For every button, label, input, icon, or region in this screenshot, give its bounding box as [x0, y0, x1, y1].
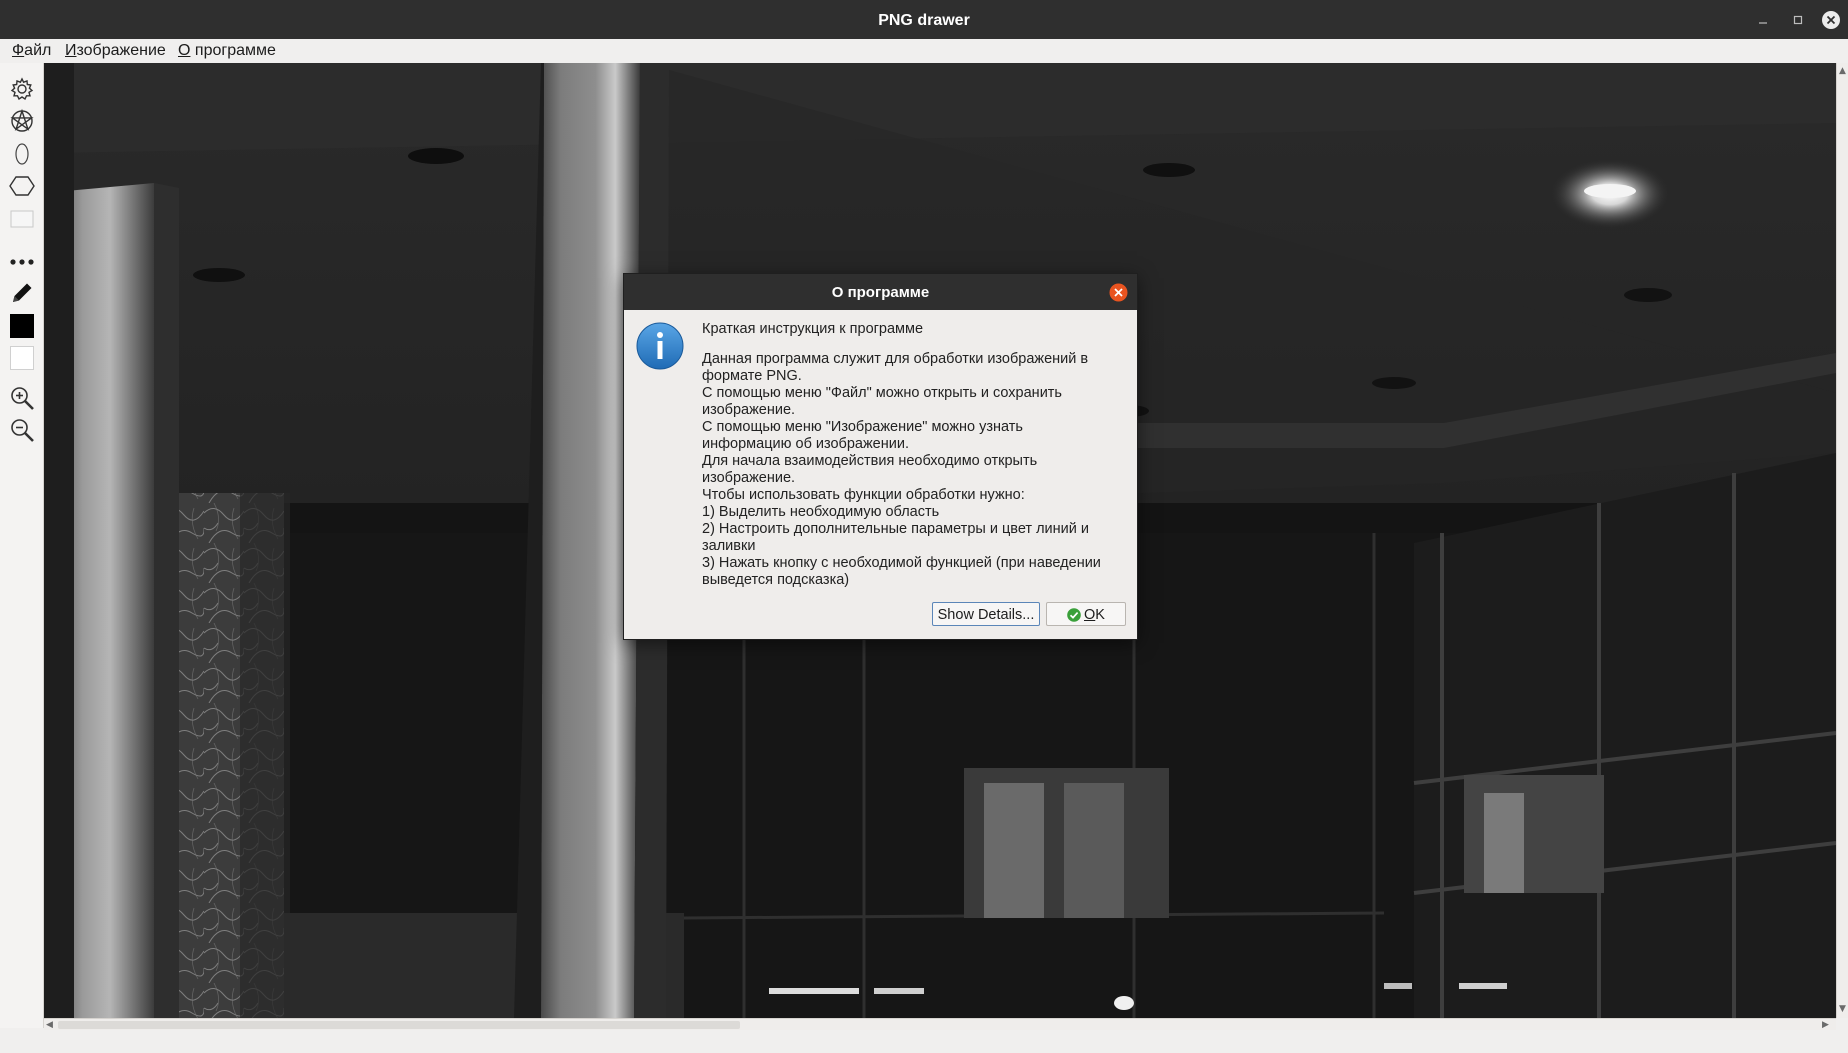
dialog-line: выведется подсказка)	[702, 572, 850, 588]
menu-about[interactable]: О программе	[178, 39, 276, 63]
dialog-message: Данная программа служит для обработки из…	[702, 351, 1132, 589]
menu-bar: Файл Изображение О программе	[0, 39, 1848, 64]
window-title: PNG drawer	[878, 12, 970, 29]
pencil-icon[interactable]	[8, 279, 36, 307]
checkmark-icon	[1067, 608, 1081, 622]
dialog-title: О программе	[831, 284, 930, 301]
menu-image-label: зображение	[76, 42, 166, 59]
zoom-out-icon[interactable]	[8, 416, 36, 444]
dialog-line: формате PNG.	[702, 368, 802, 384]
about-dialog: О программе Краткая инструкция к програм…	[624, 274, 1137, 639]
dialog-line: Данная программа служит для обработки из…	[702, 351, 1089, 367]
dialog-line: С помощью меню "Файл" можно открыть и со…	[702, 385, 1062, 401]
menu-file-label: айл	[24, 42, 52, 59]
fill-color-swatch[interactable]	[8, 344, 36, 372]
tool-bar	[0, 63, 44, 1028]
dialog-line: изображение.	[702, 470, 796, 486]
scroll-up-icon[interactable]: ▲	[1839, 65, 1846, 77]
dialog-line: 3) Нажать кнопку с необходимой функцией …	[702, 555, 1101, 571]
minimize-icon[interactable]	[1753, 10, 1773, 30]
gear-icon[interactable]	[8, 75, 36, 103]
dialog-line: Для начала взаимодействия необходимо отк…	[702, 453, 1038, 469]
maximize-icon[interactable]	[1788, 10, 1808, 30]
ok-label: OK	[1084, 603, 1105, 627]
vertical-scrollbar[interactable]: ▲ ▼	[1836, 63, 1848, 1018]
close-icon[interactable]	[1821, 10, 1841, 30]
rectangle-icon[interactable]	[8, 204, 36, 232]
status-bar	[0, 1030, 1848, 1053]
dialog-titlebar: О программе	[624, 274, 1137, 310]
window-titlebar: PNG drawer	[0, 0, 1848, 39]
menu-image[interactable]: Изображение	[65, 39, 166, 63]
dialog-line: информацию об изображении.	[702, 436, 909, 452]
dialog-close-icon[interactable]	[1109, 283, 1128, 302]
zoom-in-icon[interactable]	[8, 384, 36, 412]
ok-label-rest: K	[1095, 607, 1105, 623]
line-color-swatch[interactable]	[8, 312, 36, 340]
ok-mnemonic: O	[1084, 607, 1096, 623]
menu-file-mnemonic: Ф	[12, 42, 25, 59]
show-details-button[interactable]: Show Details...	[932, 602, 1040, 626]
ok-button[interactable]: OK	[1046, 602, 1126, 626]
scroll-down-icon[interactable]: ▼	[1839, 1003, 1846, 1015]
more-icon[interactable]	[8, 248, 36, 276]
menu-file[interactable]: Файл	[12, 39, 51, 63]
pentagram-circle-icon[interactable]	[8, 107, 36, 135]
dialog-line: изображение.	[702, 402, 796, 418]
dialog-line: 2) Настроить дополнительные параметры и …	[702, 521, 1089, 537]
menu-about-label: программе	[190, 42, 276, 59]
horizontal-scroll-thumb[interactable]	[58, 1021, 740, 1029]
hexagon-icon[interactable]	[8, 172, 36, 200]
ellipse-icon[interactable]	[8, 140, 36, 168]
dialog-line: 1) Выделить необходимую область	[702, 504, 940, 520]
dialog-line: заливки	[702, 538, 756, 554]
information-icon	[636, 322, 684, 370]
menu-about-mnemonic: О	[178, 42, 191, 59]
dialog-line: С помощью меню "Изображение" можно узнат…	[702, 419, 1023, 435]
dialog-heading: Краткая инструкция к программе	[702, 321, 924, 337]
menu-image-mnemonic: И	[65, 42, 77, 59]
dialog-line: Чтобы использовать функции обработки нуж…	[702, 487, 1025, 503]
